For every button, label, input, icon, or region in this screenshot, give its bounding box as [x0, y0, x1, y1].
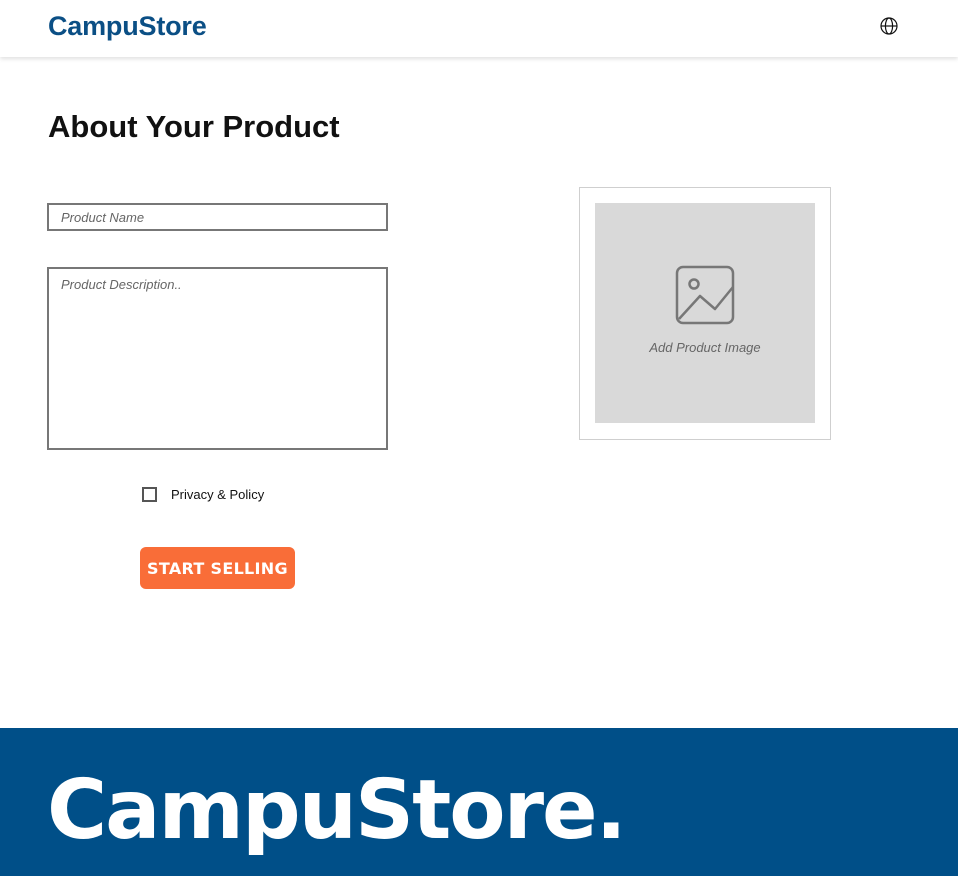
footer: CampuStore.: [0, 728, 958, 876]
top-nav: CampuStore: [0, 0, 958, 57]
language-button[interactable]: [879, 16, 899, 36]
privacy-label[interactable]: Privacy & Policy: [171, 487, 264, 502]
image-placeholder-icon: [675, 265, 735, 325]
add-product-image-dropzone[interactable]: Add Product Image: [595, 203, 815, 423]
product-name-input[interactable]: [47, 203, 388, 231]
page-title: About Your Product: [48, 109, 340, 144]
privacy-row: Privacy & Policy: [142, 485, 264, 503]
globe-icon: [880, 17, 898, 35]
footer-brand: CampuStore.: [47, 763, 627, 858]
add-product-image-label: Add Product Image: [649, 340, 761, 355]
product-description-input[interactable]: [47, 267, 388, 450]
product-image-frame: Add Product Image: [579, 187, 831, 440]
start-selling-button[interactable]: START SELLING: [140, 547, 295, 589]
brand-logo[interactable]: CampuStore: [48, 11, 207, 42]
privacy-checkbox[interactable]: [142, 486, 157, 502]
